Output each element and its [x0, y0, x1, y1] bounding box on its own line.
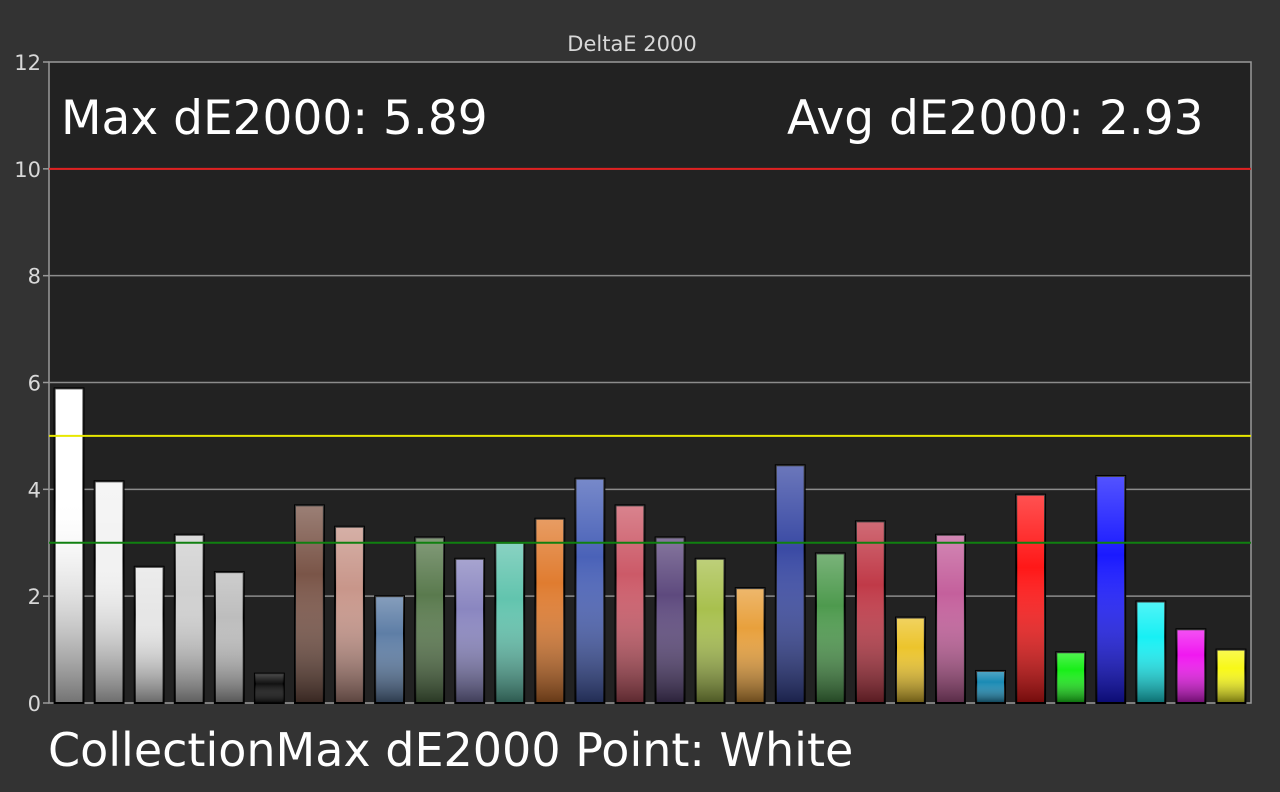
avg-de-text: Avg dE2000: 2.93	[787, 91, 1204, 146]
bar	[334, 525, 365, 704]
bar-shade	[575, 478, 605, 703]
delta-e-chart: 0 2 4 6 8 10 12 DeltaE 2000 Max dE2000: 5.89 A…	[14, 32, 1252, 777]
bar	[814, 552, 846, 705]
bar-shade	[1016, 494, 1046, 703]
bar-shade	[1136, 601, 1166, 703]
bar	[1095, 474, 1127, 704]
bar	[614, 504, 646, 704]
bar-shade	[1056, 652, 1086, 703]
chart-title: DeltaE 2000	[567, 32, 696, 56]
bar	[734, 587, 766, 705]
bar	[935, 533, 966, 704]
y-tick-label: 12	[14, 51, 41, 75]
bar	[854, 520, 886, 705]
bar-shade	[855, 521, 885, 703]
bar	[694, 557, 726, 705]
bar-shade	[695, 558, 725, 703]
bar-shade	[896, 617, 925, 703]
bar-shade	[335, 526, 364, 703]
bar-shade	[1176, 629, 1206, 703]
bar	[1055, 651, 1087, 704]
bar	[213, 571, 245, 704]
y-axis-ticks: 0 2 4 6 8 10 12	[14, 51, 49, 716]
bar	[494, 541, 526, 704]
y-tick-label: 10	[14, 158, 41, 182]
bar-shade	[775, 465, 805, 703]
chart-container: 0 2 4 6 8 10 12 DeltaE 2000 Max dE2000: 5.89 A…	[0, 0, 1280, 788]
y-tick-label: 8	[28, 265, 41, 289]
bar-shade	[295, 505, 324, 703]
bar-shade	[976, 670, 1005, 703]
bar-shade	[615, 505, 645, 703]
bar-shade	[375, 596, 404, 703]
bar	[93, 480, 125, 704]
bar	[173, 533, 205, 704]
bar	[654, 536, 686, 704]
y-tick-label: 0	[28, 692, 41, 716]
bar-shade	[1216, 649, 1246, 703]
bar	[574, 477, 606, 704]
bar	[1135, 600, 1167, 705]
bar-shade	[134, 566, 164, 703]
bar	[253, 672, 285, 705]
bar-shade	[655, 537, 685, 703]
bar-shade	[214, 572, 244, 703]
y-tick-label: 4	[28, 478, 41, 502]
y-tick-label: 2	[28, 585, 41, 609]
max-de-text: Max dE2000: 5.89	[61, 91, 488, 146]
bar-shade	[936, 534, 965, 703]
bar-shade	[254, 673, 284, 703]
bar-shade	[495, 542, 525, 703]
bar	[374, 595, 405, 705]
bar	[1215, 648, 1247, 704]
bar	[975, 669, 1006, 705]
y-tick-label: 6	[28, 372, 41, 396]
bar	[294, 504, 325, 704]
bar	[1015, 493, 1047, 704]
bar	[534, 517, 566, 705]
bar-shade	[415, 537, 445, 703]
bar	[774, 464, 806, 704]
bar-shade	[735, 588, 765, 703]
bar	[1175, 628, 1207, 704]
bar-shade	[1096, 475, 1126, 703]
bar-shade	[94, 481, 124, 703]
bar	[454, 557, 486, 705]
bar-shade	[535, 518, 565, 703]
bar	[895, 616, 926, 704]
bar	[414, 536, 446, 704]
footer-text: CollectionMax dE2000 Point: White	[48, 723, 853, 777]
bar-shade	[174, 534, 204, 703]
bar-shade	[815, 553, 845, 703]
bar	[133, 565, 165, 704]
bar-shade	[455, 558, 485, 703]
